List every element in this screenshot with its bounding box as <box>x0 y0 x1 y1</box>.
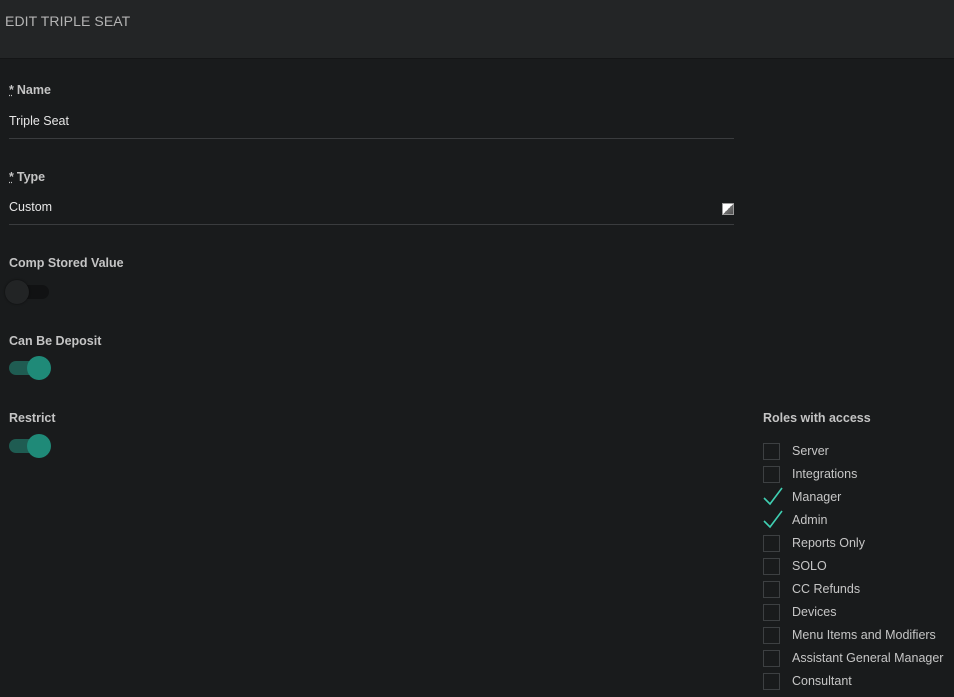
can-be-deposit-label: Can Be Deposit <box>9 334 102 348</box>
role-checkbox-row[interactable]: Server <box>763 443 954 461</box>
role-label: Consultant <box>792 674 852 688</box>
required-mark: * <box>9 170 14 184</box>
comp-stored-value-label: Comp Stored Value <box>9 256 124 270</box>
comp-stored-value-toggle[interactable] <box>5 280 49 304</box>
role-checkbox-row[interactable]: Reports Only <box>763 535 954 553</box>
role-checkbox-row[interactable]: Admin <box>763 509 954 530</box>
roles-with-access-title: Roles with access <box>763 411 871 425</box>
role-checkbox-row[interactable]: SOLO <box>763 558 954 576</box>
name-input-underline <box>9 138 734 139</box>
type-label: * Type <box>9 170 46 184</box>
role-checkbox[interactable] <box>763 466 780 483</box>
role-checkbox-row[interactable]: Manager <box>763 486 954 507</box>
dropdown-arrow-icon[interactable] <box>722 203 734 215</box>
checkmark-icon[interactable] <box>763 509 783 529</box>
role-label: Devices <box>792 605 837 619</box>
role-checkbox[interactable] <box>763 558 780 575</box>
role-label: Assistant General Manager <box>792 651 944 665</box>
role-label: Server <box>792 444 829 458</box>
role-label: Admin <box>792 513 828 527</box>
role-label: Reports Only <box>792 536 865 550</box>
checkmark-icon[interactable] <box>763 486 783 506</box>
role-checkbox-row[interactable]: Integrations <box>763 466 954 484</box>
type-select-underline <box>9 224 734 225</box>
role-checkbox[interactable] <box>763 650 780 667</box>
role-checkbox-row[interactable]: Devices <box>763 604 954 622</box>
role-label: Menu Items and Modifiers <box>792 628 936 642</box>
page-title: EDIT TRIPLE SEAT <box>5 13 131 29</box>
role-checkbox-row[interactable]: CC Refunds <box>763 581 954 599</box>
name-label: * Name <box>9 83 51 97</box>
role-checkbox-row[interactable]: Menu Items and Modifiers <box>763 627 954 645</box>
role-checkbox[interactable] <box>763 443 780 460</box>
role-checkbox-row[interactable]: Consultant <box>763 673 954 691</box>
role-checkbox[interactable] <box>763 673 780 690</box>
toggle-thumb <box>27 434 51 458</box>
required-mark: * <box>9 83 14 97</box>
can-be-deposit-toggle[interactable] <box>9 356 51 380</box>
role-label: Manager <box>792 490 842 504</box>
role-label: Integrations <box>792 467 858 481</box>
toggle-thumb <box>5 280 29 304</box>
role-label: CC Refunds <box>792 582 861 596</box>
restrict-label: Restrict <box>9 411 56 425</box>
role-checkbox[interactable] <box>763 604 780 621</box>
name-input[interactable]: Triple Seat <box>9 114 69 128</box>
role-checkbox[interactable] <box>763 581 780 598</box>
restrict-toggle[interactable] <box>9 434 51 458</box>
role-checkbox[interactable] <box>763 535 780 552</box>
toggle-thumb <box>27 356 51 380</box>
role-checkbox-row[interactable]: Assistant General Manager <box>763 650 954 668</box>
page-header: EDIT TRIPLE SEAT <box>0 0 954 59</box>
role-checkbox[interactable] <box>763 627 780 644</box>
role-label: SOLO <box>792 559 827 573</box>
type-select[interactable]: Custom <box>9 200 52 214</box>
